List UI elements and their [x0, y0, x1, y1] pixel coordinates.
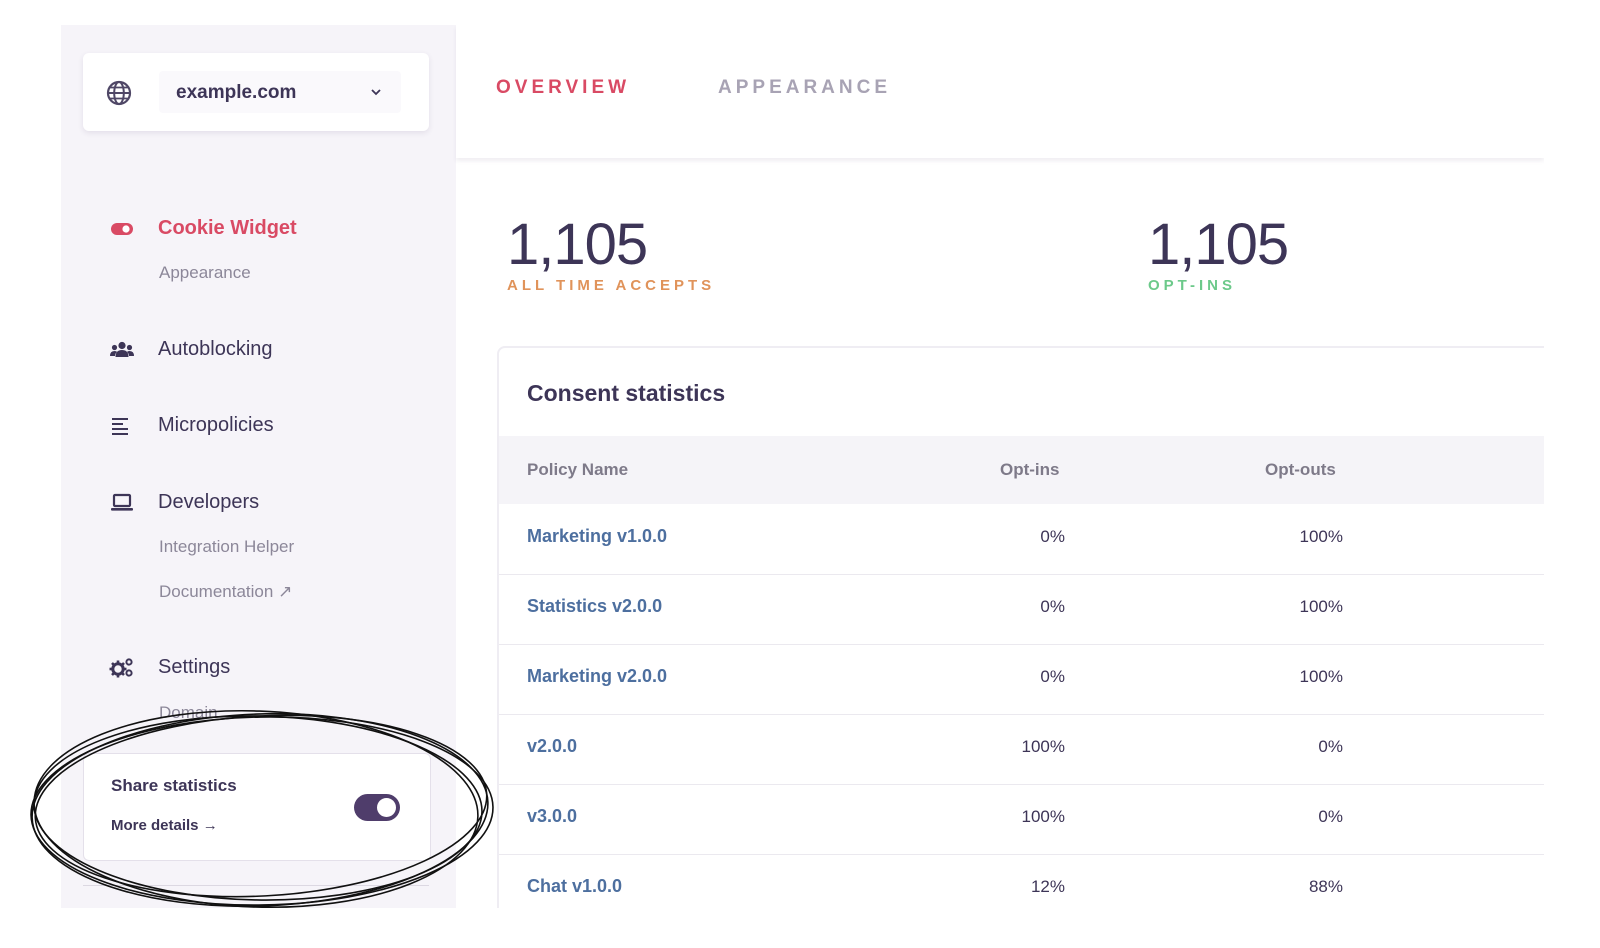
users-icon	[110, 341, 134, 357]
nav-label-cookie-widget: Cookie Widget	[158, 217, 297, 239]
globe-icon	[106, 80, 132, 106]
nav-item-settings[interactable]: Settings	[109, 656, 230, 680]
nav-item-developers[interactable]: Developers	[109, 491, 259, 515]
table-row: Statistics v2.0.0 0% 100%	[499, 574, 1544, 645]
opt-ins-value: 100%	[1021, 737, 1065, 756]
share-statistics-card: Share statistics More details →	[83, 753, 431, 861]
stat-all-time-accepts: 1,105 ALL TIME ACCEPTS	[507, 212, 716, 295]
domain-name: example.com	[176, 82, 297, 103]
nav-item-cookie-widget[interactable]: Cookie Widget	[109, 217, 297, 241]
policy-name-link[interactable]: Marketing v2.0.0	[527, 666, 667, 687]
policy-name-link[interactable]: Statistics v2.0.0	[527, 596, 662, 617]
laptop-icon	[111, 493, 133, 511]
opt-ins-value: 0%	[1040, 597, 1065, 616]
policy-name-link[interactable]: v3.0.0	[527, 806, 577, 827]
column-header-opt-outs[interactable]: Opt-outs	[1265, 460, 1336, 480]
nav-sub-domain[interactable]: Domain	[159, 703, 218, 723]
table-row: Marketing v1.0.0 0% 100%	[499, 504, 1544, 575]
opt-outs-value: 88%	[1308, 877, 1343, 896]
table-row: Chat v1.0.0 12% 88%	[499, 854, 1544, 908]
table-row: Marketing v2.0.0 0% 100%	[499, 644, 1544, 715]
domain-select[interactable]: example.com	[159, 71, 401, 113]
policy-name-link[interactable]: Chat v1.0.0	[527, 876, 622, 897]
domain-card: example.com	[83, 53, 429, 131]
share-statistics-title: Share statistics	[111, 776, 237, 795]
nav-label-settings: Settings	[158, 656, 231, 678]
panel-title: Consent statistics	[527, 380, 726, 406]
opt-ins-value: 100%	[1021, 807, 1065, 826]
stat-optins-value: 1,105	[1148, 212, 1289, 277]
nav-item-micropolicies[interactable]: Micropolicies	[109, 414, 274, 438]
opt-outs-value: 0%	[1318, 807, 1343, 826]
opt-ins-value: 12%	[1030, 877, 1065, 896]
sidebar-divider	[83, 885, 429, 886]
stat-opt-ins: 1,105 OPT-INS	[1148, 212, 1289, 295]
stat-accepts-label: ALL TIME ACCEPTS	[507, 277, 716, 294]
table-row: v2.0.0 100% 0%	[499, 714, 1544, 785]
tab-appearance[interactable]: APPEARANCE	[718, 77, 891, 99]
column-header-policy-name[interactable]: Policy Name	[527, 460, 628, 480]
nav-label-autoblocking: Autoblocking	[158, 338, 273, 360]
opt-outs-value: 0%	[1318, 737, 1343, 756]
toggle-icon	[111, 223, 133, 235]
column-header-opt-ins[interactable]: Opt-ins	[1000, 460, 1060, 480]
sidebar: example.com Cookie Widget Appearance Aut…	[61, 25, 456, 908]
opt-ins-value: 0%	[1040, 667, 1065, 686]
gears-icon	[109, 658, 133, 678]
nav-item-autoblocking[interactable]: Autoblocking	[109, 338, 273, 362]
nav-label-micropolicies: Micropolicies	[158, 414, 274, 436]
align-left-icon	[112, 418, 128, 435]
nav-sub-documentation[interactable]: Documentation ↗	[159, 582, 292, 602]
policy-name-link[interactable]: v2.0.0	[527, 736, 577, 757]
top-bar: OVERVIEW APPEARANCE	[456, 25, 1544, 158]
nav-sub-integration-helper[interactable]: Integration Helper	[159, 537, 294, 557]
opt-outs-value: 100%	[1299, 597, 1343, 616]
more-details-link[interactable]: More details →	[111, 817, 218, 834]
stat-optins-label: OPT-INS	[1148, 277, 1237, 294]
stat-accepts-value: 1,105	[507, 212, 648, 277]
consent-statistics-panel: Consent statistics Policy Name Opt-ins O…	[497, 346, 1544, 908]
table-row: v3.0.0 100% 0%	[499, 784, 1544, 855]
opt-outs-value: 100%	[1299, 527, 1343, 546]
share-statistics-toggle[interactable]	[354, 794, 400, 821]
toggle-knob	[377, 798, 396, 817]
chevron-down-icon	[371, 89, 381, 96]
policy-name-link[interactable]: Marketing v1.0.0	[527, 526, 667, 547]
nav-label-developers: Developers	[158, 491, 260, 513]
app-window: example.com Cookie Widget Appearance Aut…	[61, 25, 1544, 908]
nav-sub-appearance[interactable]: Appearance	[159, 263, 251, 283]
tab-overview[interactable]: OVERVIEW	[496, 77, 630, 99]
opt-outs-value: 100%	[1299, 667, 1343, 686]
table-header: Policy Name Opt-ins Opt-outs	[499, 436, 1544, 504]
opt-ins-value: 0%	[1040, 527, 1065, 546]
